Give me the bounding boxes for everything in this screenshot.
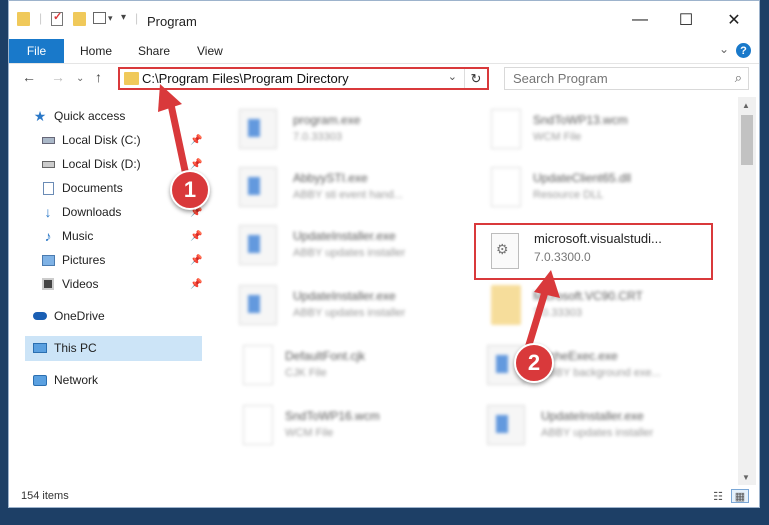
arrow-to-selected-file bbox=[524, 270, 560, 352]
step-2-badge: 2 bbox=[514, 343, 554, 383]
step-1-badge: 1 bbox=[170, 170, 210, 210]
annotation-arrows bbox=[158, 84, 560, 352]
arrow-to-address-bar bbox=[158, 84, 191, 184]
